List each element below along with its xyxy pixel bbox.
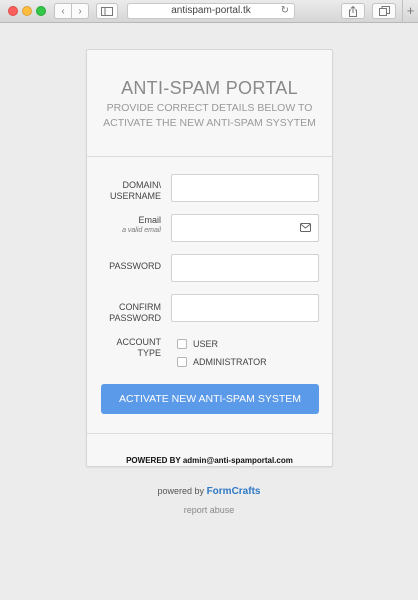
account-type-user-option[interactable]: USER [177, 339, 218, 349]
plus-icon: + [406, 3, 415, 18]
powered-by-prefix: powered by [157, 486, 205, 496]
form-card: ANTI-SPAM PORTAL PROVIDE CORRECT DETAILS… [86, 49, 333, 467]
activate-button[interactable]: ACTIVATE NEW ANTI-SPAM SYSTEM [101, 384, 319, 414]
email-input[interactable] [171, 214, 319, 242]
form-header: ANTI-SPAM PORTAL PROVIDE CORRECT DETAILS… [87, 50, 332, 157]
address-bar[interactable]: antispam-portal.tk ↻ [127, 3, 295, 19]
form-subtitle: PROVIDE CORRECT DETAILS BELOW TO ACTIVAT… [103, 102, 316, 129]
account-type-admin-option[interactable]: ADMINISTRATOR [177, 357, 267, 367]
footer-divider [87, 433, 332, 434]
zoom-window-button[interactable] [36, 6, 46, 16]
user-checkbox[interactable] [177, 339, 187, 349]
account-type-label: ACCOUNT TYPE [116, 337, 162, 358]
tabs-icon [378, 6, 390, 16]
formcrafts-credit: powered by FormCrafts [0, 486, 418, 497]
domain-username-label: DOMAIN\ USERNAME [109, 180, 161, 201]
report-abuse-link[interactable]: report abuse [0, 505, 418, 515]
share-button[interactable] [341, 3, 365, 19]
email-label-block: Email a valid email [91, 215, 161, 236]
share-icon [349, 5, 357, 17]
forward-button[interactable]: › [71, 3, 89, 19]
chevron-left-icon: ‹ [61, 5, 65, 17]
password-input[interactable] [171, 254, 319, 282]
back-button[interactable]: ‹ [54, 3, 72, 19]
form-title: ANTI-SPAM PORTAL [121, 78, 298, 98]
sidebar-icon [101, 6, 113, 16]
show-tabs-button[interactable] [372, 3, 396, 19]
administrator-option-label: ADMINISTRATOR [193, 357, 267, 367]
email-hint: a valid email [122, 227, 161, 234]
powered-by-contact: POWERED BY admin@anti-spamportal.com [126, 456, 293, 465]
mail-icon [300, 223, 311, 232]
administrator-checkbox[interactable] [177, 357, 187, 367]
url-text: antispam-portal.tk [171, 5, 251, 16]
minimize-window-button[interactable] [22, 6, 32, 16]
domain-username-input[interactable] [171, 174, 319, 202]
confirm-password-input[interactable] [171, 294, 319, 322]
sidebar-toggle-button[interactable] [96, 3, 118, 19]
chevron-right-icon: › [78, 5, 82, 17]
reload-icon[interactable]: ↻ [281, 4, 289, 18]
formcrafts-link[interactable]: FormCrafts [207, 486, 261, 497]
user-option-label: USER [193, 339, 219, 349]
password-label: PASSWORD [109, 261, 161, 271]
email-label: Email [138, 215, 161, 225]
confirm-password-label: CONFIRM PASSWORD [109, 302, 161, 323]
browser-toolbar: ‹ › antispam-portal.tk ↻ + [0, 0, 418, 23]
close-window-button[interactable] [8, 6, 18, 16]
new-tab-button[interactable]: + [402, 0, 418, 23]
